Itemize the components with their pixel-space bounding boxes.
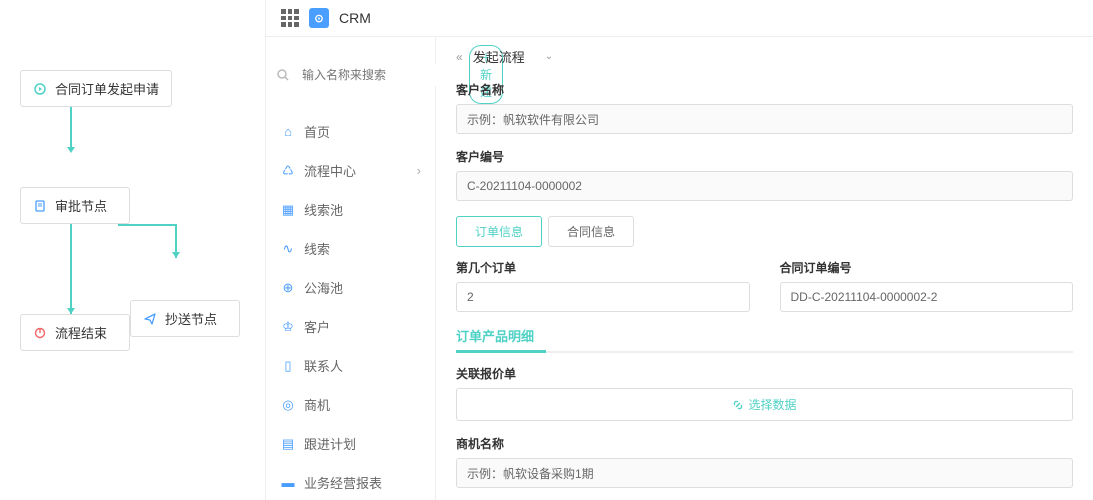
nav-label: 流程中心 xyxy=(304,161,356,180)
nav-label: 联系人 xyxy=(304,356,343,375)
quote-label: 关联报价单 xyxy=(456,365,1073,382)
contact-icon: ▯ xyxy=(280,358,296,374)
tabs: 订单信息 合同信息 xyxy=(456,216,1073,247)
select-data-button[interactable]: 选择数据 xyxy=(456,388,1073,421)
tab-contract-info[interactable]: 合同信息 xyxy=(548,216,634,247)
nav-label: 首页 xyxy=(304,122,330,141)
workflow-node-start[interactable]: 合同订单发起申请 xyxy=(20,70,172,107)
form-icon xyxy=(33,199,47,213)
process-icon: ♺ xyxy=(280,163,296,179)
nav-label: 业务经营报表 xyxy=(304,473,382,492)
workflow-panel: 合同订单发起申请 审批节点 抄送节点 流程结束 xyxy=(0,0,265,500)
process-select-label: 发起流程 xyxy=(473,47,525,66)
customer-code-field[interactable] xyxy=(456,171,1073,201)
home-icon: ⌂ xyxy=(280,124,296,139)
sea-icon: ⊕ xyxy=(280,280,296,296)
chevron-right-icon: › xyxy=(417,163,421,178)
main-panel: ⊙ CRM ＋ 新建 ⌂首页 ♺流程中心› ▦线索池 ∿线索 ⊕公海池 ♔客户 … xyxy=(265,0,1093,500)
nav-label: 跟进计划 xyxy=(304,434,356,453)
user-icon: ♔ xyxy=(280,319,296,335)
order-index-field[interactable] xyxy=(456,282,750,312)
play-icon xyxy=(33,82,47,96)
nav-home[interactable]: ⌂ 首页 xyxy=(266,112,435,151)
order-code-label: 合同订单编号 xyxy=(780,259,1074,276)
workflow-end-label: 流程结束 xyxy=(55,323,107,342)
nav-process[interactable]: ♺ 流程中心 › xyxy=(266,151,435,190)
nav-customer[interactable]: ♔ 客户 xyxy=(266,307,435,346)
workflow-node-approve[interactable]: 审批节点 xyxy=(20,187,130,224)
folder-icon: ▬ xyxy=(280,475,296,490)
customer-name-field[interactable] xyxy=(456,104,1073,134)
nav-label: 线索池 xyxy=(304,200,343,219)
pool-icon: ▦ xyxy=(280,202,296,218)
nav-contact[interactable]: ▯ 联系人 xyxy=(266,346,435,385)
calendar-icon: ▤ xyxy=(280,436,296,452)
opportunity-field[interactable] xyxy=(456,458,1073,488)
nav-opportunity[interactable]: ◎ 商机 xyxy=(266,385,435,424)
power-icon xyxy=(33,326,47,340)
search-icon xyxy=(276,68,290,82)
app-grid-icon[interactable] xyxy=(281,9,299,27)
nav-leads[interactable]: ∿ 线索 xyxy=(266,229,435,268)
order-index-label: 第几个订单 xyxy=(456,259,750,276)
customer-code-label: 客户编号 xyxy=(456,148,1073,165)
workflow-start-label: 合同订单发起申请 xyxy=(55,79,159,98)
workflow-connector xyxy=(70,107,250,147)
nav-leads-pool[interactable]: ▦ 线索池 xyxy=(266,190,435,229)
opportunity-label: 商机名称 xyxy=(456,435,1073,452)
section-order-detail: 订单产品明细 xyxy=(456,326,1073,353)
link-icon xyxy=(732,399,744,411)
target-icon: ◎ xyxy=(280,397,296,413)
content-area: « 发起流程 ⌄ 客户名称 客户编号 订单信息 合同信息 xyxy=(436,37,1093,500)
nav-label: 客户 xyxy=(304,317,330,336)
workflow-node-copy[interactable]: 抄送节点 xyxy=(130,300,240,337)
nav-list: ⌂ 首页 ♺ 流程中心 › ▦ 线索池 ∿ 线索 ⊕ 公海池 ♔ 客户 ▯ 联系人 ◎ 商机 ▤ 跟… xyxy=(266,112,435,500)
nav-followup[interactable]: ▤ 跟进计划 xyxy=(266,424,435,463)
collapse-icon[interactable]: « xyxy=(456,50,463,64)
lead-icon: ∿ xyxy=(280,241,296,257)
nav-label: 线索 xyxy=(304,239,330,258)
customer-name-label: 客户名称 xyxy=(456,81,1073,98)
nav-report[interactable]: ▬ 业务经营报表 xyxy=(266,463,435,500)
workflow-copy-label: 抄送节点 xyxy=(165,309,217,328)
crm-logo-icon: ⊙ xyxy=(309,8,329,28)
process-select[interactable]: 发起流程 ⌄ xyxy=(473,47,553,66)
nav-label: 公海池 xyxy=(304,278,343,297)
sidebar: ＋ 新建 ⌂首页 ♺流程中心› ▦线索池 ∿线索 ⊕公海池 ♔客户 ▯联系人 ◎… xyxy=(266,37,436,500)
tab-order-info[interactable]: 订单信息 xyxy=(456,216,542,247)
workflow-approve-label: 审批节点 xyxy=(55,196,107,215)
select-data-label: 选择数据 xyxy=(748,396,796,413)
nav-label: 商机 xyxy=(304,395,330,414)
chevron-down-icon: ⌄ xyxy=(545,51,553,62)
app-title: CRM xyxy=(339,10,371,26)
workflow-node-end[interactable]: 流程结束 xyxy=(20,314,130,351)
order-code-field[interactable] xyxy=(780,282,1074,312)
send-icon xyxy=(143,312,157,326)
top-header: ⊙ CRM xyxy=(266,0,1093,37)
nav-sea[interactable]: ⊕ 公海池 xyxy=(266,268,435,307)
